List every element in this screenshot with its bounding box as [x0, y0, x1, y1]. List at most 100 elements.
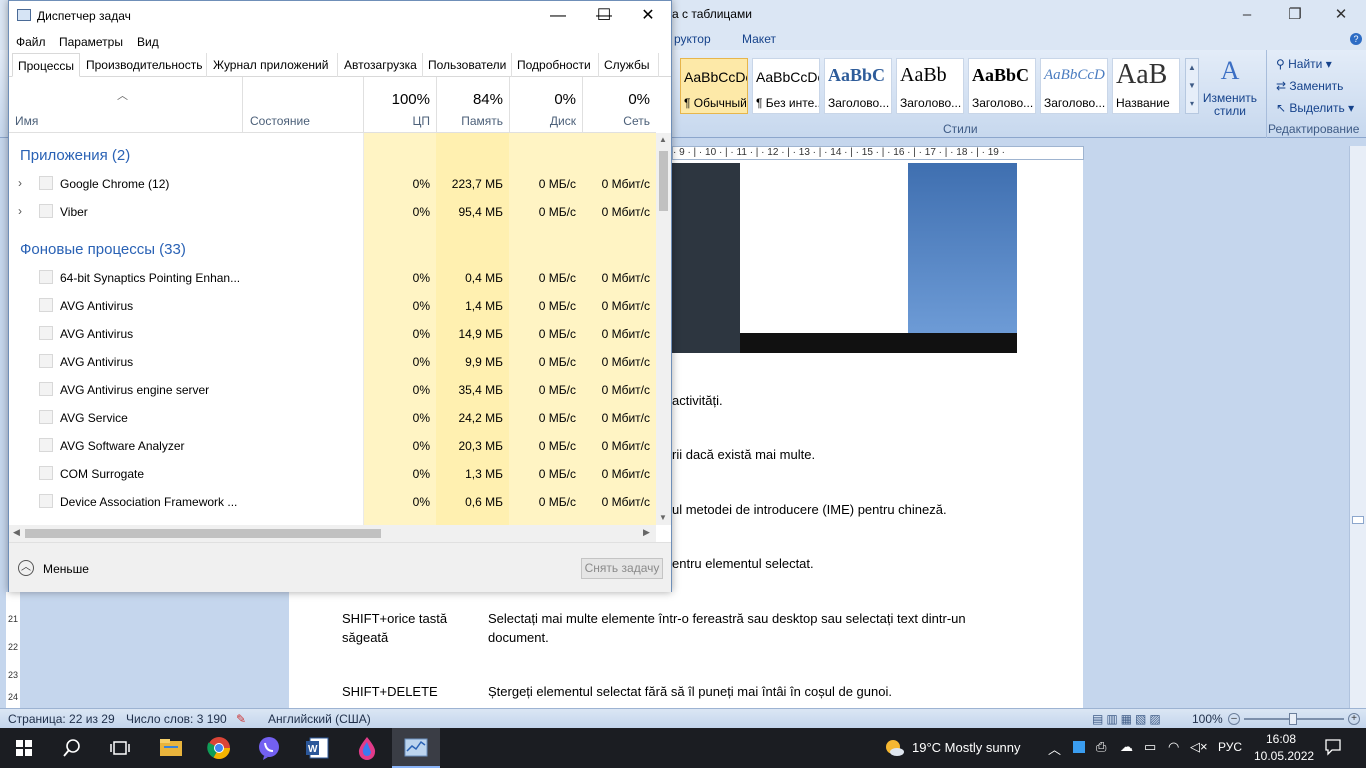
- chrome-icon[interactable]: [206, 736, 232, 760]
- tab-app-history[interactable]: Журнал приложений: [208, 53, 338, 77]
- battery-icon[interactable]: ▭: [1144, 739, 1156, 755]
- process-row[interactable]: AVG Antivirus 0% 1,4 МБ 0 МБ/с 0 Мбит/с: [9, 291, 656, 319]
- onedrive-cloud-icon[interactable]: ☁: [1120, 739, 1133, 755]
- paint-drop-icon[interactable]: [354, 736, 380, 760]
- word-scroll-thumb[interactable]: [1352, 516, 1364, 524]
- word-tab-layout[interactable]: Макет: [742, 32, 776, 46]
- style-heading-3[interactable]: AaBbC Заголово...: [968, 58, 1036, 114]
- change-styles-button[interactable]: Изменить стили: [1198, 92, 1262, 118]
- process-row[interactable]: 64-bit Synaptics Pointing Enhan... 0% 0,4 …: [9, 263, 656, 291]
- task-manager-taskbar-button[interactable]: [392, 728, 440, 768]
- volume-icon[interactable]: ◁×: [1190, 739, 1208, 755]
- tab-services[interactable]: Службы: [599, 53, 659, 77]
- word-icon[interactable]: W: [304, 736, 330, 760]
- group-header-apps[interactable]: Приложения (2): [9, 141, 656, 169]
- style-heading-4[interactable]: AaBbCcD Заголово...: [1040, 58, 1108, 114]
- zoom-level[interactable]: 100%: [1192, 712, 1223, 726]
- select-button[interactable]: ↖ Выделить ▾: [1276, 101, 1354, 115]
- tm-vscroll-thumb[interactable]: [659, 151, 668, 211]
- styles-scroll[interactable]: ▲ ▼ ▾: [1185, 58, 1199, 114]
- chevron-up-tray-icon[interactable]: ︿: [1048, 739, 1061, 758]
- group-header-background[interactable]: Фоновые процессы (33): [9, 235, 656, 263]
- process-row[interactable]: COM Surrogate 0% 1,3 МБ 0 МБ/с 0 Мбит/с: [9, 459, 656, 487]
- process-mem: 1,4 МБ: [465, 299, 503, 313]
- word-minimize-button[interactable]: –: [1232, 4, 1262, 26]
- help-icon[interactable]: ?: [1350, 33, 1362, 45]
- wifi-icon[interactable]: ◠: [1168, 739, 1179, 755]
- tm-vertical-scrollbar[interactable]: ▲ ▼: [656, 133, 671, 525]
- col-status-header[interactable]: Состояние: [242, 77, 363, 133]
- tab-users[interactable]: Пользователи: [423, 53, 512, 77]
- style-heading-2[interactable]: AaBb Заголово...: [896, 58, 964, 114]
- process-row[interactable]: Device Association Framework ... 0% 0,6 МБ…: [9, 487, 656, 515]
- col-cpu[interactable]: 100% ЦП: [363, 77, 436, 133]
- process-row[interactable]: AVG Software Analyzer 0% 20,3 МБ 0 МБ/с 0 Мб…: [9, 431, 656, 459]
- word-restore-button[interactable]: ❐: [1280, 4, 1310, 26]
- tm-hscroll-thumb[interactable]: [25, 529, 381, 538]
- tm-maximize-button[interactable]: ☐: [581, 1, 627, 31]
- expand-chevron-icon[interactable]: ›: [18, 176, 22, 190]
- search-icon[interactable]: [62, 738, 82, 761]
- spellcheck-icon[interactable]: ✎: [236, 712, 246, 726]
- process-row[interactable]: › Viber 0% 95,4 МБ 0 МБ/с 0 Мбит/с: [9, 197, 656, 225]
- fewer-details-link[interactable]: Меньше: [43, 562, 89, 576]
- tm-close-button[interactable]: ✕: [625, 1, 671, 31]
- scroll-left-icon[interactable]: ◀: [13, 527, 20, 538]
- tray-device-icon[interactable]: ⎙: [1096, 739, 1106, 755]
- replace-button[interactable]: ⇄ Заменить: [1276, 79, 1343, 93]
- chevron-up-icon[interactable]: ︿: [18, 560, 34, 576]
- find-button[interactable]: ⚲ Найти ▾: [1276, 57, 1332, 71]
- zoom-slider-thumb[interactable]: [1289, 713, 1297, 725]
- style-title[interactable]: AaB Название: [1112, 58, 1180, 114]
- process-row[interactable]: AVG Antivirus 0% 9,9 МБ 0 МБ/с 0 Мбит/с: [9, 347, 656, 375]
- tab-performance[interactable]: Производительность: [81, 53, 207, 77]
- status-page[interactable]: Страница: 22 из 29: [8, 712, 115, 726]
- style-normal[interactable]: AaBbCcDc ¶ Обычный: [680, 58, 748, 114]
- menu-view[interactable]: Вид: [137, 35, 159, 49]
- tm-horizontal-scrollbar[interactable]: ◀ ▶: [9, 525, 656, 542]
- language-indicator[interactable]: РУС: [1218, 740, 1242, 754]
- clock-date[interactable]: 10.05.2022: [1254, 749, 1314, 763]
- status-language[interactable]: Английский (США): [268, 712, 371, 726]
- scroll-right-icon[interactable]: ▶: [643, 527, 650, 538]
- screenshot-taskbar: [740, 333, 1017, 353]
- process-row[interactable]: AVG Antivirus 0% 14,9 МБ 0 МБ/с 0 Мбит/с: [9, 319, 656, 347]
- zoom-out-icon[interactable]: –: [1228, 713, 1240, 725]
- scroll-up-icon[interactable]: ▲: [659, 135, 667, 144]
- process-row[interactable]: › Google Chrome (12) 0% 223,7 МБ 0 МБ/с 0 Мби…: [9, 169, 656, 197]
- status-words[interactable]: Число слов: 3 190: [126, 712, 227, 726]
- style-heading-1[interactable]: AaBbC Заголово...: [824, 58, 892, 114]
- weather-text[interactable]: 19°C Mostly sunny: [912, 740, 1021, 755]
- tray-app-icon[interactable]: [1073, 741, 1085, 753]
- weather-sun-icon[interactable]: [884, 738, 904, 758]
- expand-chevron-icon[interactable]: ›: [18, 204, 22, 218]
- process-row[interactable]: AVG Service 0% 24,2 МБ 0 МБ/с 0 Мбит/с: [9, 403, 656, 431]
- menu-file[interactable]: Файл: [16, 35, 46, 49]
- task-view-icon[interactable]: [110, 738, 130, 761]
- word-vertical-scrollbar[interactable]: [1349, 146, 1366, 708]
- word-close-button[interactable]: ✕: [1326, 4, 1356, 26]
- col-memory[interactable]: 84% Память: [436, 77, 509, 133]
- windows-start-icon[interactable]: [16, 740, 32, 756]
- end-task-button[interactable]: Снять задачу: [581, 558, 663, 579]
- col-disk[interactable]: 0% Диск: [509, 77, 582, 133]
- col-name[interactable]: Имя: [15, 114, 38, 128]
- tab-startup[interactable]: Автозагрузка: [339, 53, 423, 77]
- word-tab-constructor[interactable]: руктор: [674, 32, 711, 46]
- tab-details[interactable]: Подробности: [512, 53, 599, 77]
- clock-time[interactable]: 16:08: [1266, 732, 1296, 746]
- col-network[interactable]: 0% Сеть: [582, 77, 656, 133]
- taskbar: W 19°C Mostly sunny ︿ ⎙ ☁ ▭ ◠ ◁× РУС 16:…: [0, 728, 1366, 768]
- notification-icon[interactable]: [1324, 738, 1342, 756]
- view-buttons-icon[interactable]: ▤▥▦▧▨: [1092, 712, 1164, 726]
- tm-minimize[interactable]: —: [535, 1, 581, 31]
- viber-icon[interactable]: [256, 736, 282, 760]
- zoom-in-icon[interactable]: +: [1348, 713, 1360, 725]
- change-styles-icon[interactable]: A: [1210, 56, 1250, 85]
- style-no-spacing[interactable]: AaBbCcDc ¶ Без инте...: [752, 58, 820, 114]
- menu-options[interactable]: Параметры: [59, 35, 123, 49]
- file-explorer-icon[interactable]: [158, 736, 184, 760]
- scroll-down-icon[interactable]: ▼: [659, 513, 667, 522]
- process-row[interactable]: AVG Antivirus engine server 0% 35,4 МБ 0 МБ…: [9, 375, 656, 403]
- tab-processes[interactable]: Процессы: [12, 53, 80, 77]
